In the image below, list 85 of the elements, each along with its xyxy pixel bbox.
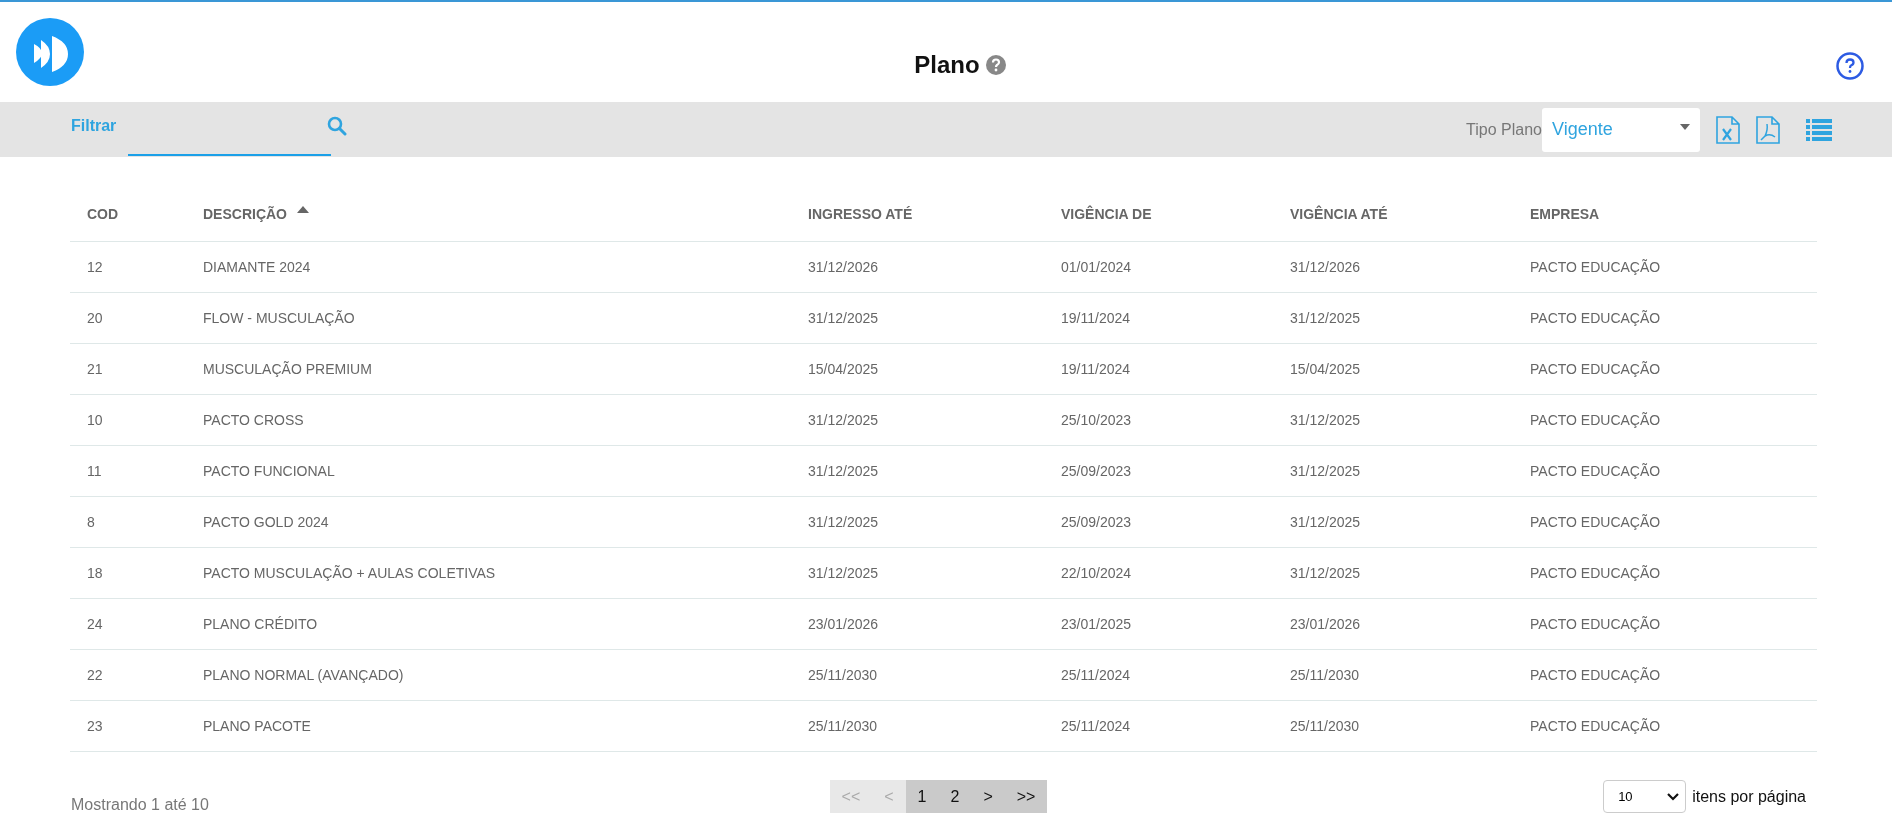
table-cell: 31/12/2025 xyxy=(808,309,879,326)
table-cell: PACTO EDUCAÇÃO xyxy=(1530,564,1661,581)
table-cell: 25/11/2024 xyxy=(1061,666,1131,683)
logo-icon xyxy=(16,18,84,86)
table-cell: 01/01/2024 xyxy=(1061,258,1132,275)
table-cell: 25/11/2030 xyxy=(1290,717,1360,734)
table-cell: 31/12/2025 xyxy=(808,462,879,479)
list-icon[interactable] xyxy=(1806,118,1832,141)
table-cell: 31/12/2025 xyxy=(1290,462,1361,479)
results-summary: Mostrando 1 até 10 xyxy=(71,795,210,814)
page-button[interactable]: > xyxy=(971,780,1005,813)
table-cell: 10 xyxy=(87,411,103,428)
table-cell: 19/11/2024 xyxy=(1061,360,1131,377)
table-cell: 23/01/2026 xyxy=(808,615,879,632)
page-button[interactable]: >> xyxy=(1004,780,1048,813)
table-cell: PLANO CRÉDITO xyxy=(203,615,318,632)
table-cell: 25/09/2023 xyxy=(1061,513,1132,530)
filter-label: Filtrar xyxy=(71,116,117,135)
table-cell: 31/12/2025 xyxy=(808,513,879,530)
table-cell: 25/11/2024 xyxy=(1061,717,1131,734)
table-cell: PACTO EDUCAÇÃO xyxy=(1530,615,1661,632)
table-cell: PACTO EDUCAÇÃO xyxy=(1530,309,1661,326)
table-cell: PACTO EDUCAÇÃO xyxy=(1530,666,1661,683)
table-cell: 11 xyxy=(87,462,102,479)
table-cell: 18 xyxy=(87,564,103,581)
table-cell: 23/01/2026 xyxy=(1290,615,1361,632)
table-cell: PLANO NORMAL (AVANÇADO) xyxy=(203,666,404,683)
table-cell: FLOW - MUSCULAÇÃO xyxy=(203,309,355,326)
table-cell: PACTO GOLD 2024 xyxy=(203,513,329,530)
table-cell: 31/12/2025 xyxy=(1290,309,1361,326)
table-cell: DIAMANTE 2024 xyxy=(203,258,311,275)
page-size-label: itens por página xyxy=(1692,787,1806,806)
help-icon[interactable] xyxy=(985,55,1006,75)
table-cell: PACTO CROSS xyxy=(203,411,304,428)
page-button[interactable]: 2 xyxy=(938,780,972,813)
table-cell: 31/12/2026 xyxy=(1290,258,1361,275)
table-cell: 22/10/2024 xyxy=(1061,564,1132,581)
table-cell: 31/12/2025 xyxy=(808,564,879,581)
table-cell: PACTO EDUCAÇÃO xyxy=(1530,462,1661,479)
table-cell: MUSCULAÇÃO PREMIUM xyxy=(203,360,372,377)
column-header[interactable]: DESCRIÇÃO xyxy=(203,205,287,222)
pdf-file-icon[interactable] xyxy=(1756,115,1780,144)
excel-file-icon[interactable] xyxy=(1716,115,1740,144)
table-cell: 25/11/2030 xyxy=(1290,666,1360,683)
table-cell: 19/11/2024 xyxy=(1061,309,1131,326)
table-cell: 31/12/2025 xyxy=(1290,513,1361,530)
column-header[interactable]: COD xyxy=(87,205,119,222)
table-cell: 25/11/2030 xyxy=(808,717,878,734)
table-cell: PACTO EDUCAÇÃO xyxy=(1530,513,1661,530)
page-button[interactable]: 1 xyxy=(905,780,939,813)
table-cell: 31/12/2025 xyxy=(808,411,879,428)
table-cell: PACTO MUSCULAÇÃO + AULAS COLETIVAS xyxy=(203,564,496,581)
table-cell: 25/10/2023 xyxy=(1061,411,1132,428)
page-title: Plano xyxy=(914,51,980,79)
column-header[interactable]: EMPRESA xyxy=(1530,205,1600,222)
page-size-select[interactable]: 10 xyxy=(1603,780,1687,813)
table-cell: 31/12/2026 xyxy=(808,258,879,275)
table-cell: 31/12/2025 xyxy=(1290,411,1361,428)
table-cell: PLANO PACOTE xyxy=(203,717,311,734)
table-cell: 25/09/2023 xyxy=(1061,462,1132,479)
search-icon[interactable] xyxy=(327,115,348,136)
column-header[interactable]: VIGÊNCIA DE xyxy=(1061,205,1152,222)
column-header[interactable]: VIGÊNCIA ATÉ xyxy=(1290,205,1388,222)
table-cell: 22 xyxy=(87,666,103,683)
chevron-down-icon xyxy=(1667,792,1680,801)
column-header[interactable]: INGRESSO ATÉ xyxy=(808,205,913,222)
dropdown-caret-icon xyxy=(1680,123,1690,130)
table-cell: 12 xyxy=(87,258,103,275)
table-cell: 24 xyxy=(87,615,103,632)
help-icon[interactable] xyxy=(1836,52,1864,80)
table-cell: 23 xyxy=(87,717,103,734)
table-cell: 20 xyxy=(87,309,103,326)
table-cell: 15/04/2025 xyxy=(808,360,879,377)
table-cell: 31/12/2025 xyxy=(1290,564,1361,581)
table-cell: 21 xyxy=(87,360,103,377)
table-cell: 23/01/2025 xyxy=(1061,615,1132,632)
table-cell: PACTO EDUCAÇÃO xyxy=(1530,360,1661,377)
table-cell: 25/11/2030 xyxy=(808,666,878,683)
table-cell: PACTO EDUCAÇÃO xyxy=(1530,717,1661,734)
type-label: Tipo Plano xyxy=(1466,120,1542,139)
table-cell: PACTO EDUCAÇÃO xyxy=(1530,411,1661,428)
table-cell: PACTO EDUCAÇÃO xyxy=(1530,258,1661,275)
table-cell: 15/04/2025 xyxy=(1290,360,1361,377)
table-cell: 8 xyxy=(87,513,95,530)
table-cell: PACTO FUNCIONAL xyxy=(203,462,335,479)
